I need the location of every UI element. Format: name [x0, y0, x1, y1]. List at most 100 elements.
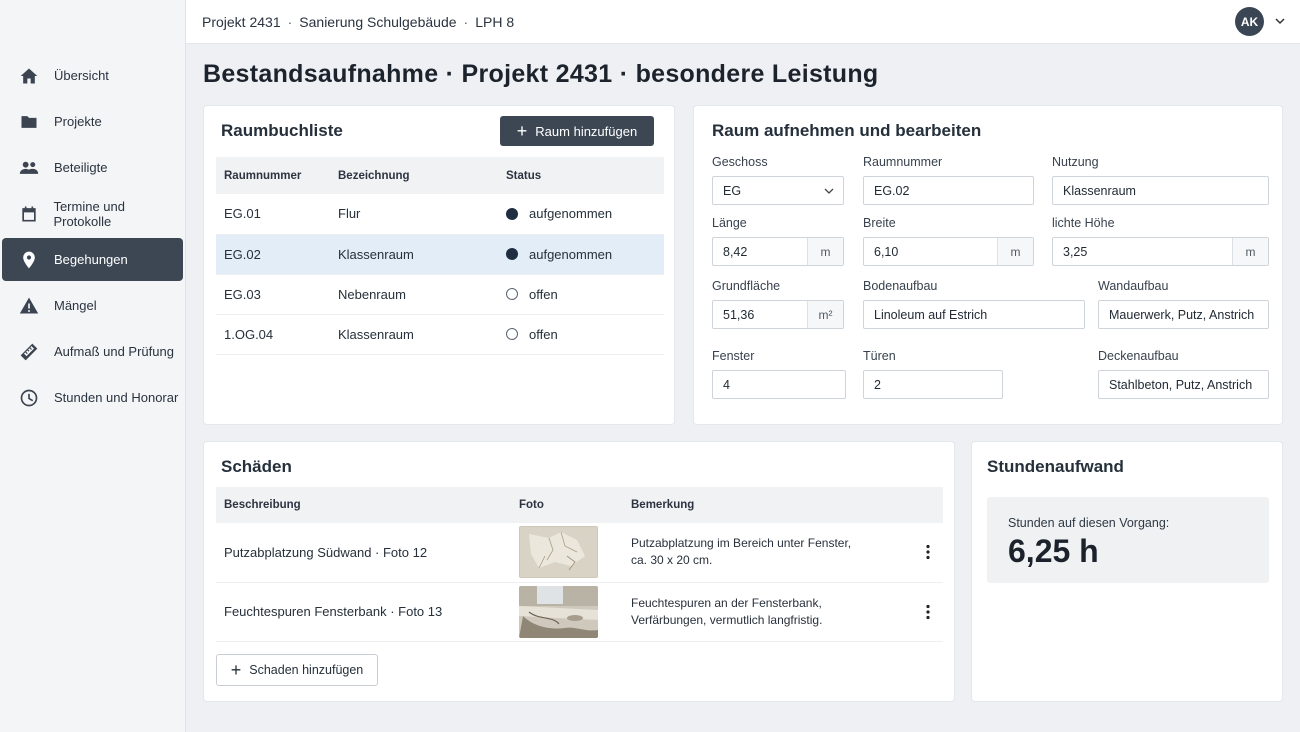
field-label: Geschoss — [712, 155, 768, 169]
field-label: Raumnummer — [863, 155, 943, 169]
row-actions — [903, 582, 943, 642]
plus-icon: + — [230, 660, 242, 680]
folder-icon — [18, 111, 40, 133]
room-status: offen — [498, 314, 664, 355]
column-header[interactable]: Foto — [511, 487, 623, 523]
hours-value: 6,25 h — [1008, 533, 1099, 569]
sidebar-item-termine[interactable]: Termine und Protokolle — [2, 192, 183, 235]
chevron-down-icon — [824, 188, 834, 194]
raumnummer-input[interactable]: EG.02 — [863, 176, 1034, 205]
damage-photo[interactable] — [511, 582, 623, 642]
more-vertical-icon[interactable] — [919, 603, 937, 621]
tueren-input[interactable]: 2 — [863, 370, 1003, 399]
sidebar-item-projekte[interactable]: Projekte — [2, 100, 183, 143]
more-vertical-icon[interactable] — [919, 543, 937, 561]
field-value: 2 — [874, 377, 881, 392]
damages-title: Schäden — [221, 457, 292, 476]
sidebar-item-uebersicht[interactable]: Übersicht — [2, 54, 183, 97]
field-label: Türen — [863, 349, 896, 363]
room-number: 1.OG.04 — [216, 314, 330, 355]
add-damage-label: Schaden hinzufügen — [249, 663, 364, 677]
hours-card: Stundenaufwand Stunden auf diesen Vorgan… — [971, 441, 1283, 702]
sidebar-item-label: Übersicht — [54, 68, 109, 83]
table-header-row: Raumnummer Bezeichnung Status — [216, 157, 664, 194]
sidebar-item-label: Termine und Protokolle — [53, 198, 125, 229]
sidebar-item-aufmass[interactable]: Aufmaß und Prüfung — [2, 330, 183, 373]
sidebar-nav: Übersicht Projekte Beteiligte Termine un… — [2, 54, 183, 422]
room-status: aufgenommen — [498, 194, 664, 235]
damage-photo[interactable] — [511, 523, 623, 583]
fenster-input[interactable]: 4 — [712, 370, 846, 399]
bodenaufbau-field: Bodenaufbau Linoleum auf Estrich — [863, 279, 1085, 329]
sidebar-item-maengel[interactable]: Mängel — [2, 284, 183, 327]
sidebar-item-label: Beteiligte — [54, 160, 108, 175]
breite-input[interactable]: 6,10 m — [863, 237, 1034, 266]
hours-title: Stundenaufwand — [987, 457, 1124, 476]
row-actions — [903, 523, 943, 583]
hoehe-input[interactable]: 3,25 m — [1052, 237, 1269, 266]
table-row[interactable]: EG.02 Klassenraum aufgenommen — [216, 234, 664, 275]
room-status: aufgenommen — [498, 234, 664, 275]
field-value: 4 — [723, 377, 730, 392]
remark-line: Feuchtespuren an der Fensterbank, — [631, 595, 822, 610]
breadcrumb-phase[interactable]: LPH 8 — [475, 14, 514, 30]
hours-label: Stunden auf diesen Vorgang: — [1008, 516, 1170, 530]
damage-photo-plaster[interactable] — [519, 526, 598, 579]
column-header-actions — [903, 487, 943, 523]
sidebar-item-beteiligte[interactable]: Beteiligte — [2, 146, 183, 189]
field-value: Mauerwerk, Putz, Anstrich — [1109, 307, 1255, 322]
unit-label: m — [1232, 238, 1268, 265]
field-value: Stahlbeton, Putz, Anstrich — [1109, 377, 1253, 392]
field-label: lichte Höhe — [1052, 216, 1115, 230]
add-room-label: Raum hinzufügen — [535, 123, 638, 139]
people-icon — [18, 157, 40, 179]
column-header[interactable]: Beschreibung — [216, 487, 511, 523]
field-value: Klassenraum — [1063, 183, 1136, 198]
damage-remark: Feuchtespuren an der Fensterbank, Verfär… — [623, 582, 903, 642]
raumnummer-field: Raumnummer EG.02 — [863, 155, 1034, 205]
table-row[interactable]: Putzabplatzung Südwand · Foto 12 Putzabp… — [216, 523, 943, 583]
damage-photo-windowsill[interactable] — [519, 585, 598, 638]
column-header[interactable]: Bemerkung — [623, 487, 903, 523]
deckenaufbau-input[interactable]: Stahlbeton, Putz, Anstrich — [1098, 370, 1269, 399]
laenge-input[interactable]: 8,42 m — [712, 237, 844, 266]
breite-field: Breite 6,10 m — [863, 216, 1034, 266]
add-damage-button[interactable]: + Schaden hinzufügen — [216, 654, 378, 686]
grundflaeche-input[interactable]: 51,36 m² — [712, 300, 844, 329]
breadcrumb-measure[interactable]: Sanierung Schulgebäude — [299, 14, 456, 30]
unit-label: m — [807, 238, 843, 265]
breadcrumb-project[interactable]: Projekt 2431 — [202, 14, 281, 30]
chevron-down-icon[interactable] — [1274, 15, 1286, 27]
nutzung-input[interactable]: Klassenraum — [1052, 176, 1269, 205]
sidebar-item-begehungen[interactable]: Begehungen — [2, 238, 183, 281]
sidebar-item-label: Begehungen — [54, 252, 128, 267]
laenge-field: Länge 8,42 m — [712, 216, 844, 266]
status-empty-icon — [506, 288, 518, 301]
status-filled-icon — [506, 207, 518, 220]
damages-card: Schäden Beschreibung Foto Bemerkung Putz… — [203, 441, 955, 702]
tueren-field: Türen 2 — [863, 349, 1003, 399]
table-row[interactable]: Feuchtespuren Fensterbank · Foto 13 Feuc… — [216, 582, 943, 642]
column-header[interactable]: Status — [498, 157, 664, 194]
table-row[interactable]: EG.03 Nebenraum offen — [216, 274, 664, 315]
column-header[interactable]: Raumnummer — [216, 157, 330, 194]
field-label: Länge — [712, 216, 747, 230]
add-room-button[interactable]: + Raum hinzufügen — [500, 116, 654, 146]
sidebar-item-label: Stunden und Honorar — [54, 390, 179, 405]
field-value: 8,42 — [723, 244, 748, 259]
calendar-icon — [18, 203, 39, 225]
avatar[interactable]: AK — [1235, 7, 1264, 36]
bodenaufbau-input[interactable]: Linoleum auf Estrich — [863, 300, 1085, 329]
room-name: Nebenraum — [330, 274, 498, 315]
deckenaufbau-field: Deckenaufbau Stahlbeton, Putz, Anstrich — [1098, 349, 1269, 399]
table-row[interactable]: EG.01 Flur aufgenommen — [216, 194, 664, 235]
field-value: EG — [723, 183, 742, 198]
geschoss-select[interactable]: EG — [712, 176, 844, 205]
table-row[interactable]: 1.OG.04 Klassenraum offen — [216, 314, 664, 355]
sidebar-item-stunden[interactable]: Stunden und Honorar — [2, 376, 183, 419]
field-label: Fenster — [712, 349, 755, 363]
home-icon — [18, 65, 40, 87]
field-value: 6,10 — [874, 244, 899, 259]
wandaufbau-input[interactable]: Mauerwerk, Putz, Anstrich — [1098, 300, 1269, 329]
column-header[interactable]: Bezeichnung — [330, 157, 498, 194]
